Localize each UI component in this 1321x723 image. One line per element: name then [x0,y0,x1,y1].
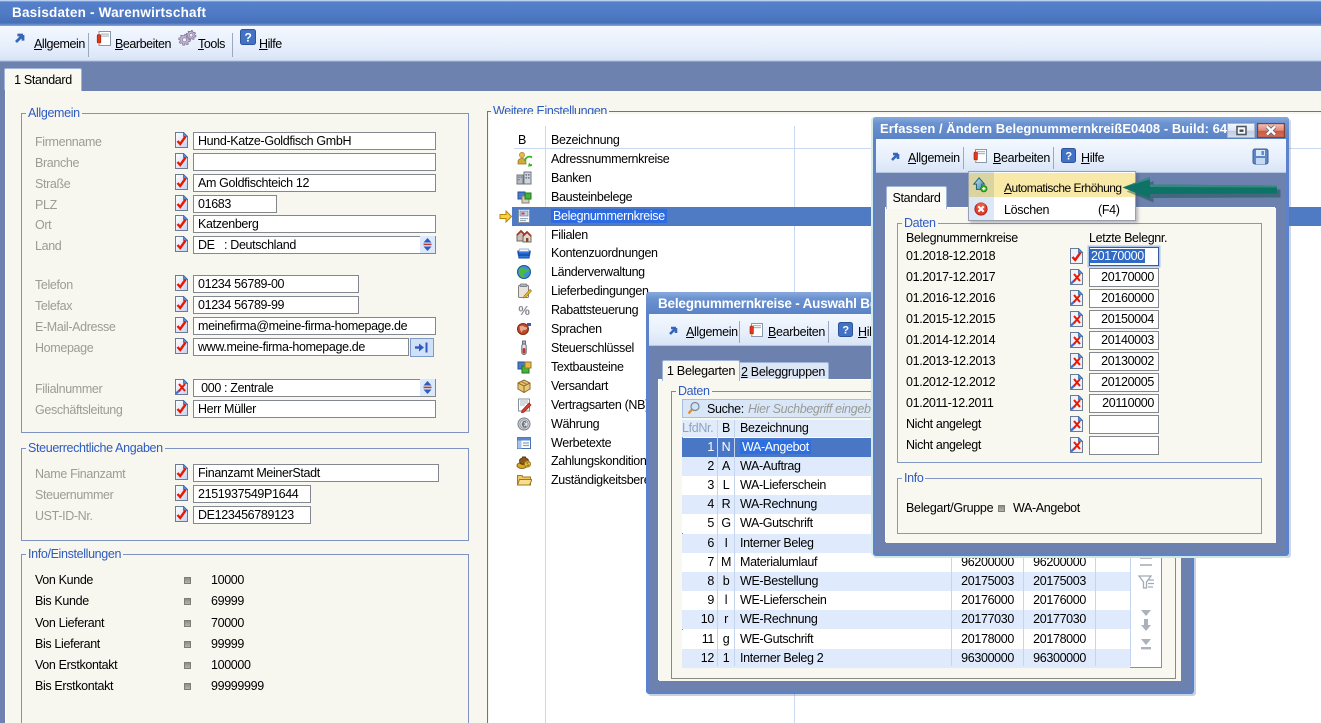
svg-text:€: € [522,420,527,430]
svg-text:?: ? [245,31,252,45]
svg-text:%: % [518,303,530,318]
svg-text:$: $ [526,462,529,468]
svg-text:?: ? [842,325,849,337]
svg-text:?: ? [1065,151,1072,163]
